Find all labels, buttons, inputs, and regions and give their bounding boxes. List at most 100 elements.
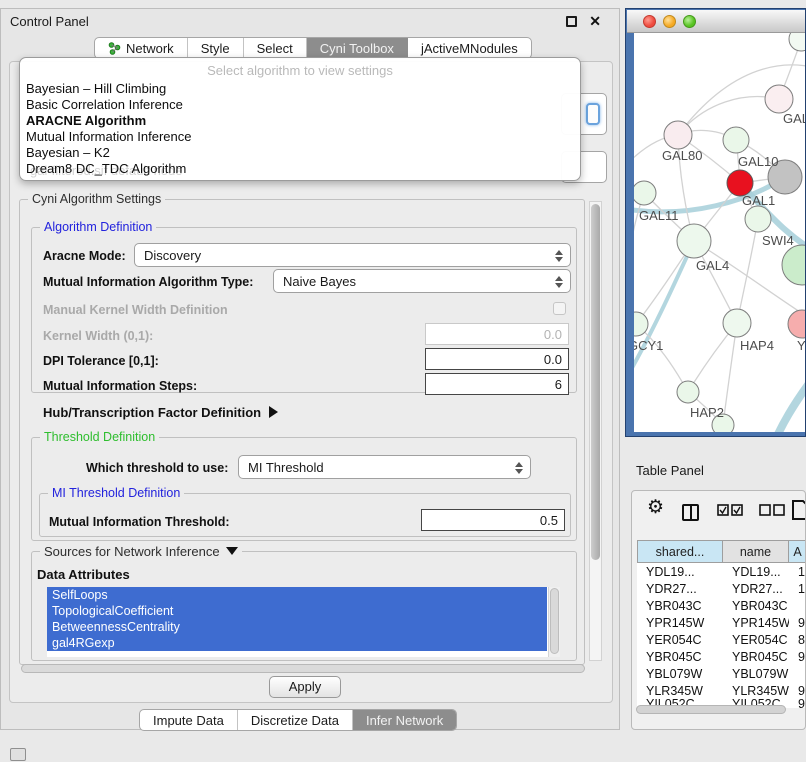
cell[interactable]: 12 — [789, 580, 806, 597]
cell[interactable]: YBR043C — [723, 597, 789, 614]
manual-kernel-checkbox[interactable] — [553, 302, 566, 315]
cell[interactable]: YDL19... — [723, 563, 789, 580]
close-icon[interactable]: ✕ — [589, 13, 601, 30]
node-hap4[interactable] — [723, 309, 751, 337]
gear-icon[interactable]: ⚙ — [647, 498, 664, 517]
tab-network[interactable]: Network — [95, 38, 188, 58]
cell[interactable]: YER054C — [723, 631, 789, 648]
dropdown-item[interactable]: Dream8 DC_TDC Algorithm — [26, 161, 186, 177]
dropdown-item[interactable]: Mutual Information Inference — [26, 129, 191, 145]
scrollbar-thumb[interactable] — [591, 204, 600, 560]
apply-button[interactable]: Apply — [269, 676, 341, 698]
scrollbar-thumb[interactable] — [21, 664, 585, 673]
attribute-item-selected[interactable]: gal4RGexp — [47, 635, 547, 651]
node[interactable] — [782, 245, 806, 285]
cell[interactable]: YDR27... — [637, 580, 723, 597]
node-hap2[interactable] — [677, 381, 699, 403]
cell[interactable]: YBL079W — [637, 665, 723, 682]
attribute-item-selected[interactable]: TopologicalCoefficient — [47, 603, 547, 619]
columns-icon[interactable] — [682, 504, 699, 521]
minimize-traffic-light[interactable] — [663, 15, 676, 28]
cell[interactable]: YDR27... — [723, 580, 789, 597]
tab-jactivemnodules[interactable]: jActiveMNodules — [408, 38, 531, 58]
cell[interactable]: 8. — [789, 631, 806, 648]
table-row[interactable]: YPR145WYPR145W9. — [637, 614, 806, 631]
tab-style[interactable]: Style — [188, 38, 244, 58]
network-canvas[interactable]: GAL8 GAL80 GAL10 GAL1 GAL11 SWI4 GAL4 GC… — [634, 33, 806, 432]
tab-select[interactable]: Select — [244, 38, 307, 58]
node[interactable] — [788, 310, 806, 338]
cell[interactable]: 9. — [789, 648, 806, 665]
sources-group-title[interactable]: Sources for Network Inference — [40, 544, 242, 559]
float-window-icon[interactable] — [566, 16, 577, 27]
table-row[interactable]: YBL079WYBL079W — [637, 665, 806, 682]
mi-threshold-field[interactable]: 0.5 — [421, 509, 565, 531]
dropdown-item[interactable]: Bayesian – Hill Climbing — [26, 81, 166, 97]
tab-discretize-data[interactable]: Discretize Data — [238, 710, 353, 730]
table-row[interactable]: YBR043CYBR043C — [637, 597, 806, 614]
node-gal10[interactable] — [723, 127, 749, 153]
node-gal80[interactable] — [664, 121, 692, 149]
mi-type-combo[interactable]: Naive Bayes — [273, 269, 571, 293]
tab-cyni-toolbox-label: Cyni Toolbox — [320, 41, 394, 56]
which-threshold-combo[interactable]: MI Threshold — [238, 455, 531, 479]
dpi-tolerance-field[interactable]: 0.0 — [425, 348, 569, 370]
deselect-all-columns-icon[interactable] — [759, 504, 785, 522]
table-row[interactable]: YER054CYER054C8. — [637, 631, 806, 648]
attribute-item-selected[interactable]: BetweennessCentrality — [47, 619, 547, 635]
column-header-name[interactable]: name — [723, 540, 789, 563]
node-gal4[interactable] — [677, 224, 711, 258]
column-header-partial[interactable]: A — [789, 540, 806, 563]
select-all-columns-icon[interactable] — [717, 504, 743, 522]
table-row[interactable]: YDL19...YDL19...13 — [637, 563, 806, 580]
tab-cyni-toolbox[interactable]: Cyni Toolbox — [307, 38, 408, 58]
cell[interactable]: YLR345W — [637, 682, 723, 699]
cell[interactable]: YDL19... — [637, 563, 723, 580]
export-table-icon[interactable] — [791, 499, 806, 526]
tab-infer-network[interactable]: Infer Network — [353, 710, 456, 730]
cell[interactable]: YBR045C — [723, 648, 789, 665]
tab-jactivemnodules-label: jActiveMNodules — [421, 41, 518, 56]
mi-steps-field[interactable]: 6 — [425, 373, 569, 395]
table-row[interactable]: YLR345WYLR345W9. — [637, 682, 806, 699]
cell[interactable]: YER054C — [637, 631, 723, 648]
table-row[interactable]: YBR045CYBR045C9. — [637, 648, 806, 665]
node-gcy1[interactable] — [634, 312, 648, 336]
cell[interactable]: YPR145W — [637, 614, 723, 631]
cell[interactable] — [789, 665, 806, 682]
dropdown-item[interactable]: Bayesian – K2 — [26, 145, 110, 161]
cell[interactable]: YBR045C — [637, 648, 723, 665]
cell[interactable]: YPR145W — [723, 614, 789, 631]
cell[interactable]: 9. — [789, 614, 806, 631]
docked-panel-icon[interactable] — [10, 748, 26, 761]
node[interactable] — [789, 33, 806, 51]
table-horizontal-scrollbar[interactable] — [635, 704, 804, 716]
table-panel-title: Table Panel — [636, 463, 704, 478]
aracne-mode-combo[interactable]: Discovery — [134, 243, 571, 267]
close-traffic-light[interactable] — [643, 15, 656, 28]
node[interactable] — [765, 85, 793, 113]
dropdown-item-selected[interactable]: ARACNE Algorithm — [26, 113, 146, 129]
cell[interactable]: 13 — [789, 563, 806, 580]
hub-definition-toggle[interactable]: Hub/Transcription Factor Definition — [43, 405, 278, 420]
cell[interactable]: YBR043C — [637, 597, 723, 614]
cell[interactable]: 9. — [789, 682, 806, 699]
tab-select-label: Select — [257, 41, 293, 56]
scrollbar-thumb[interactable] — [550, 588, 559, 654]
attributes-scrollbar[interactable] — [548, 587, 560, 657]
attribute-item-selected[interactable]: SelfLoops — [47, 587, 547, 603]
table-row[interactable]: YDR27...YDR27...12 — [637, 580, 806, 597]
node-gal11[interactable] — [634, 181, 656, 205]
zoom-traffic-light[interactable] — [683, 15, 696, 28]
settings-horizontal-scrollbar[interactable] — [19, 663, 591, 675]
node-swi4[interactable] — [745, 206, 771, 232]
scrollbar-thumb[interactable] — [636, 705, 786, 714]
kernel-width-field[interactable]: 0.0 — [425, 323, 569, 345]
cell[interactable]: YLR345W — [723, 682, 789, 699]
settings-vertical-scrollbar[interactable] — [589, 201, 602, 661]
dropdown-item[interactable]: Basic Correlation Inference — [26, 97, 183, 113]
column-header-shared-name[interactable]: shared... — [637, 540, 723, 563]
cell[interactable] — [789, 597, 806, 614]
tab-impute-data[interactable]: Impute Data — [140, 710, 238, 730]
cell[interactable]: YBL079W — [723, 665, 789, 682]
